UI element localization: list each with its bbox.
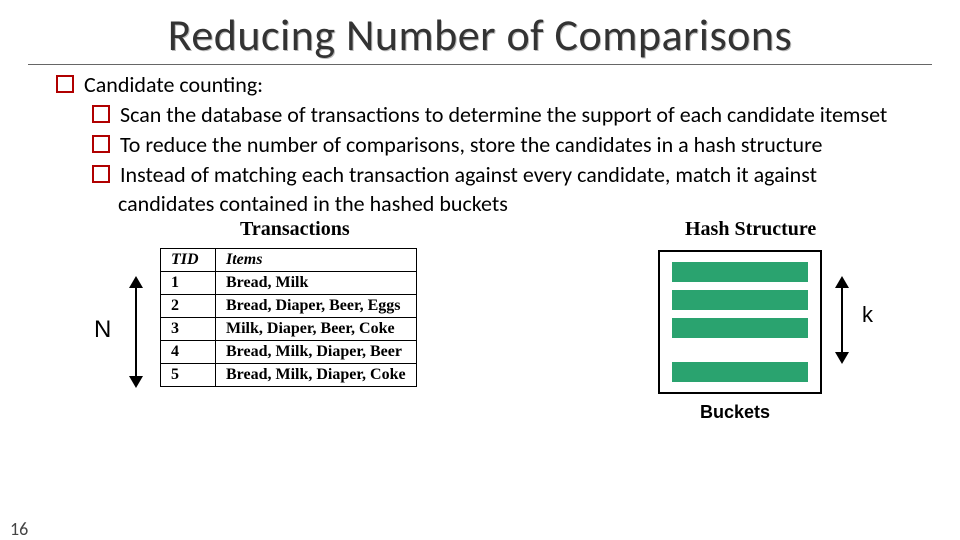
n-size-arrow [122,276,150,388]
col-header-items: Items [216,248,417,271]
bullet-icon [92,105,110,123]
hash-structure-box [658,250,822,394]
bullet-icon [92,135,110,153]
hash-bucket [672,290,808,310]
hash-bucket [672,362,808,382]
cell-tid: 4 [161,340,216,363]
cell-items: Bread, Milk, Diaper, Coke [216,363,417,386]
page-number: 16 [10,518,28,540]
arrow-line [135,286,137,378]
buckets-label: Buckets [700,402,770,423]
arrow-line [841,286,843,354]
transactions-table: TID Items 1 Bread, Milk 2 Bread, Diaper,… [160,248,417,387]
bullet-sub-2: To reduce the number of comparisons, sto… [92,131,912,159]
bullet-sub-3-text: Instead of matching each transaction aga… [118,161,817,216]
cell-tid: 3 [161,317,216,340]
cell-tid: 5 [161,363,216,386]
table-row: 2 Bread, Diaper, Beer, Eggs [161,294,417,317]
bullet-main: Candidate counting: [56,71,912,99]
bullet-icon [92,165,110,183]
k-label: k [862,302,873,328]
bullet-icon [56,75,74,93]
bullet-sub-1-text: Scan the database of transactions to det… [120,101,887,128]
title-divider [28,64,932,65]
transactions-label: Transactions [240,218,350,241]
table-row: 4 Bread, Milk, Diaper, Beer [161,340,417,363]
table-row: 5 Bread, Milk, Diaper, Coke [161,363,417,386]
cell-items: Milk, Diaper, Beer, Coke [216,317,417,340]
cell-items: Bread, Diaper, Beer, Eggs [216,294,417,317]
arrow-down-icon [129,376,143,388]
table-row: 1 Bread, Milk [161,271,417,294]
hash-bucket [672,318,808,338]
table-row: 3 Milk, Diaper, Beer, Coke [161,317,417,340]
bullet-sub-3: Instead of matching each transaction aga… [92,161,912,217]
hash-bucket [672,262,808,282]
bullet-sub-1: Scan the database of transactions to det… [92,101,912,129]
col-header-tid: TID [161,248,216,271]
arrow-down-icon [835,352,849,364]
hash-structure-label: Hash Structure [685,218,816,241]
figure: Transactions Hash Structure N TID Items … [50,222,910,454]
bullet-sub-2-text: To reduce the number of comparisons, sto… [120,131,822,158]
cell-items: Bread, Milk [216,271,417,294]
cell-tid: 2 [161,294,216,317]
slide-title: Reducing Number of Comparisons [0,8,960,62]
bullet-main-text: Candidate counting: [84,71,263,98]
body-content: Candidate counting: Scan the database of… [56,71,912,218]
k-size-arrow [830,276,854,364]
n-label: N [94,316,111,344]
cell-items: Bread, Milk, Diaper, Beer [216,340,417,363]
cell-tid: 1 [161,271,216,294]
